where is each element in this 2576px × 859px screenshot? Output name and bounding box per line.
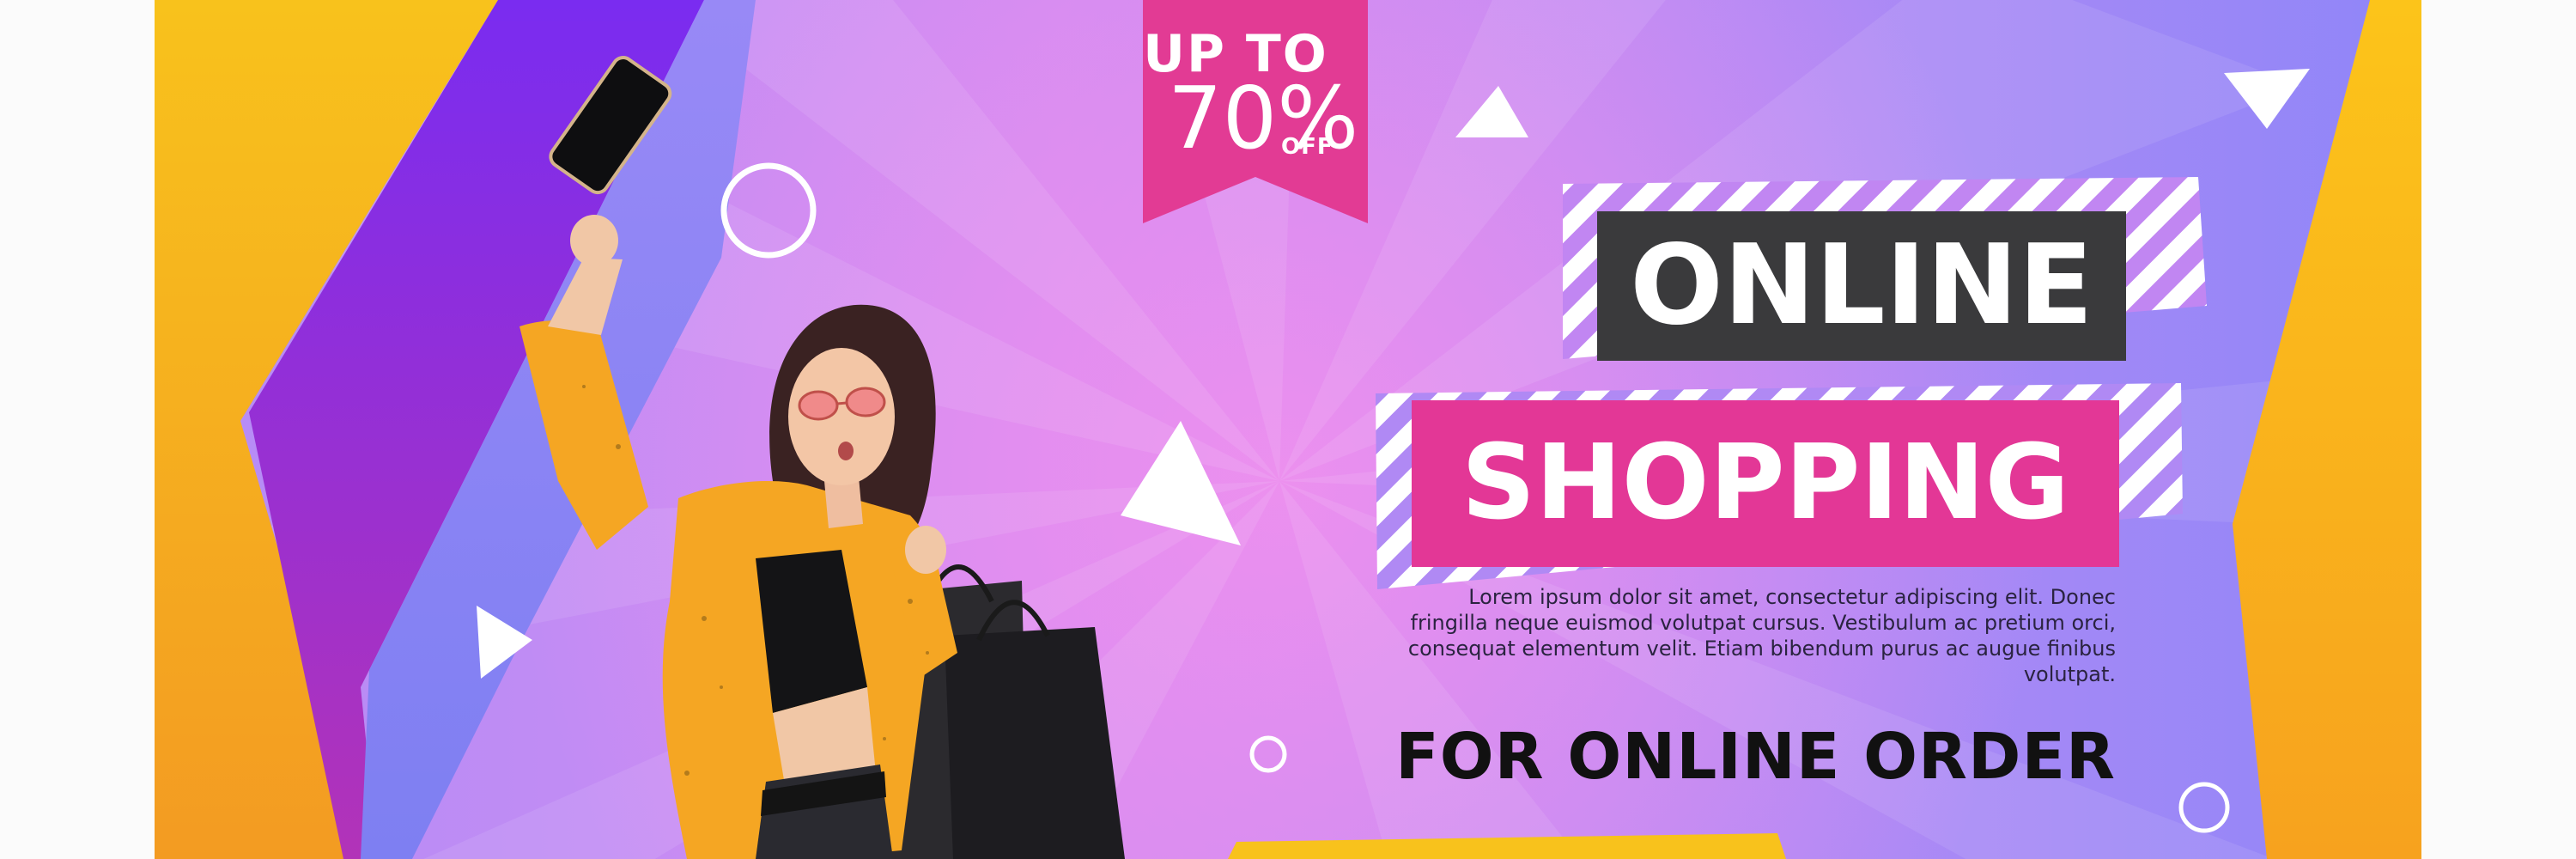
badge-off: OFF (1281, 134, 1334, 160)
shopping-bag-icon (945, 627, 1125, 859)
description-text: Lorem ipsum dolor sit amet, consectetur … (1407, 585, 2116, 686)
headline-shopping: SHOPPING (1461, 423, 2070, 543)
headline-online: ONLINE (1630, 222, 2093, 350)
cta-text: FOR ONLINE ORDER (1395, 720, 2116, 794)
promo-banner: UP TO 70% OFF ONLINE SHOPPING Lorem ipsu… (155, 0, 2421, 859)
sunglasses-icon (798, 390, 839, 421)
